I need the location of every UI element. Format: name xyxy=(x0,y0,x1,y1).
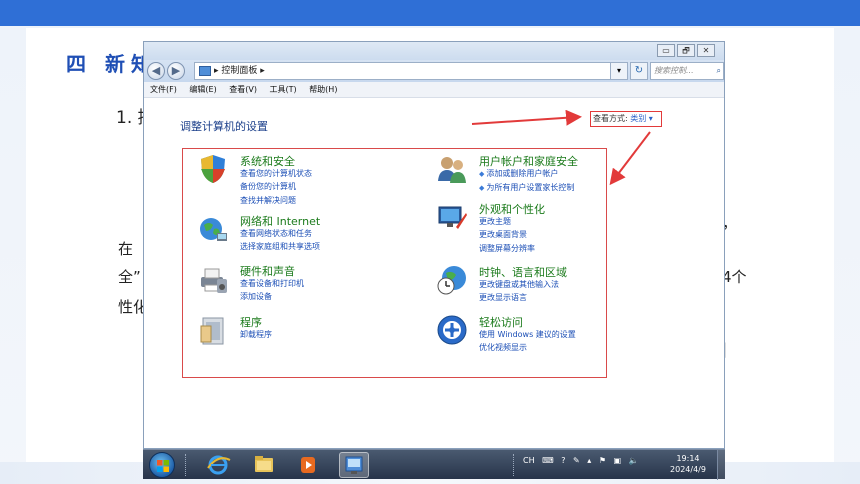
refresh-button[interactable]: ↻ xyxy=(630,62,648,80)
minimize-button[interactable]: ▭ xyxy=(657,44,675,57)
slide-text-left-1: 在 xyxy=(118,240,134,258)
network-tray-icon[interactable]: ▣ xyxy=(614,456,622,465)
windows-logo-icon xyxy=(157,460,169,472)
category-link[interactable]: 卸载程序 xyxy=(240,329,272,340)
category-title[interactable]: 外观和个性化 xyxy=(479,201,545,217)
folder-icon xyxy=(255,456,273,472)
search-placeholder: 搜索控制... xyxy=(654,66,694,75)
control-panel-icon xyxy=(345,456,363,474)
category-link[interactable]: 更改显示语言 xyxy=(479,292,527,303)
keyboard-icon[interactable]: ⌨ xyxy=(542,456,554,465)
internet-explorer-icon xyxy=(207,455,231,475)
category-link[interactable]: 使用 Windows 建议的设置 xyxy=(479,329,576,340)
window-titlebar: ▭ 🗗 ✕ xyxy=(144,42,724,60)
help-icon[interactable]: ? xyxy=(561,456,565,465)
programs-icon xyxy=(200,317,224,345)
flag-icon[interactable]: ⚑ xyxy=(599,456,606,465)
pen-icon[interactable]: ✎ xyxy=(573,456,580,465)
category-title[interactable]: 用户帐户和家庭安全 xyxy=(479,153,578,169)
view-by-dropdown[interactable]: 查看方式: 类别 ▾ xyxy=(590,111,662,127)
show-desktop-button[interactable] xyxy=(717,450,725,480)
address-bar: ◀ ▶ ▸ 控制面板 ▸ ▾ ↻ 搜索控制... ⌕ xyxy=(144,60,724,82)
appearance-icon xyxy=(438,206,467,229)
address-field[interactable]: ▸ 控制面板 ▸ xyxy=(194,62,626,80)
category-link[interactable]: 添加或删除用户帐户 xyxy=(479,168,558,179)
forward-button[interactable]: ▶ xyxy=(167,62,185,80)
control-panel-taskbar-button[interactable] xyxy=(339,452,369,478)
category-link[interactable]: 更改主题 xyxy=(479,216,511,227)
view-by-value: 类别 xyxy=(630,114,647,123)
menu-tools[interactable]: 工具(T) xyxy=(270,85,297,94)
category-link[interactable]: 查找并解决问题 xyxy=(240,195,296,206)
category-title[interactable]: 轻松访问 xyxy=(479,314,523,330)
system-tray: CH ⌨ ? ✎ ▴ ⚑ ▣ 🔈 xyxy=(523,456,644,465)
clock-globe-icon xyxy=(437,266,466,295)
taskbar-grip xyxy=(513,454,516,476)
menu-file[interactable]: 文件(F) xyxy=(150,85,177,94)
media-player-taskbar-button[interactable] xyxy=(293,452,323,478)
back-button[interactable]: ◀ xyxy=(147,62,165,80)
shield-icon xyxy=(201,155,225,183)
category-link[interactable]: 添加设备 xyxy=(240,291,272,302)
ie-taskbar-button[interactable] xyxy=(203,452,233,478)
category-title[interactable]: 硬件和声音 xyxy=(240,263,295,279)
category-link[interactable]: 为所有用户设置家长控制 xyxy=(479,182,574,193)
category-title[interactable]: 时钟、语言和区域 xyxy=(479,264,567,280)
category-title[interactable]: 网络和 Internet xyxy=(240,213,320,229)
start-button[interactable] xyxy=(149,452,175,478)
category-title[interactable]: 系统和安全 xyxy=(240,153,295,169)
category-link[interactable]: 选择家庭组和共享选项 xyxy=(240,241,320,252)
menu-edit[interactable]: 编辑(E) xyxy=(189,85,216,94)
search-input[interactable]: 搜索控制... ⌕ xyxy=(650,62,724,80)
close-button[interactable]: ✕ xyxy=(697,44,715,57)
category-link[interactable]: 更改键盘或其他输入法 xyxy=(479,279,559,290)
category-link[interactable]: 更改桌面背景 xyxy=(479,229,527,240)
chevron-down-icon: ▾ xyxy=(648,114,653,123)
search-icon[interactable]: ⌕ xyxy=(717,63,721,79)
menu-help[interactable]: 帮助(H) xyxy=(309,85,337,94)
category-link[interactable]: 查看您的计算机状态 xyxy=(240,168,312,179)
slide-text-right-2: 4个 xyxy=(722,268,747,286)
network-icon xyxy=(200,218,227,241)
slide-text-left-2: 全” xyxy=(118,268,141,286)
address-path: ▸ 控制面板 ▸ xyxy=(214,66,265,76)
page-heading: 调整计算机的设置 xyxy=(180,120,268,133)
view-by-label: 查看方式: xyxy=(593,114,628,123)
address-dropdown-button[interactable]: ▾ xyxy=(610,62,628,80)
category-link[interactable]: 查看网络状态和任务 xyxy=(240,228,312,239)
clock-date: 2024/4/9 xyxy=(670,465,706,474)
menu-view[interactable]: 查看(V) xyxy=(229,85,257,94)
ease-of-access-icon xyxy=(437,315,467,345)
category-link[interactable]: 备份您的计算机 xyxy=(240,181,296,192)
volume-icon[interactable]: 🔈 xyxy=(629,456,639,465)
category-link[interactable]: 查看设备和打印机 xyxy=(240,278,304,289)
explorer-taskbar-button[interactable] xyxy=(249,452,279,478)
users-icon xyxy=(438,157,466,183)
taskbar: CH ⌨ ? ✎ ▴ ⚑ ▣ 🔈 19:14 2024/4/9 xyxy=(143,449,725,480)
category-link[interactable]: 优化视频显示 xyxy=(479,342,527,353)
clock[interactable]: 19:14 2024/4/9 xyxy=(663,453,713,475)
categories-panel: 系统和安全 查看您的计算机状态 备份您的计算机 查找并解决问题 网络和 Inte… xyxy=(182,148,607,378)
language-indicator[interactable]: CH xyxy=(523,456,535,465)
menu-bar: 文件(F) 编辑(E) 查看(V) 工具(T) 帮助(H) xyxy=(144,82,724,98)
printer-icon xyxy=(201,268,227,293)
clock-time: 19:14 xyxy=(676,454,700,463)
media-player-icon xyxy=(301,457,315,473)
category-title[interactable]: 程序 xyxy=(240,314,262,330)
maximize-button[interactable]: 🗗 xyxy=(677,44,695,57)
control-panel-icon xyxy=(199,65,211,76)
category-link[interactable]: 调整屏幕分辨率 xyxy=(479,243,535,254)
taskbar-grip xyxy=(185,454,188,476)
show-hidden-icons[interactable]: ▴ xyxy=(587,456,591,465)
